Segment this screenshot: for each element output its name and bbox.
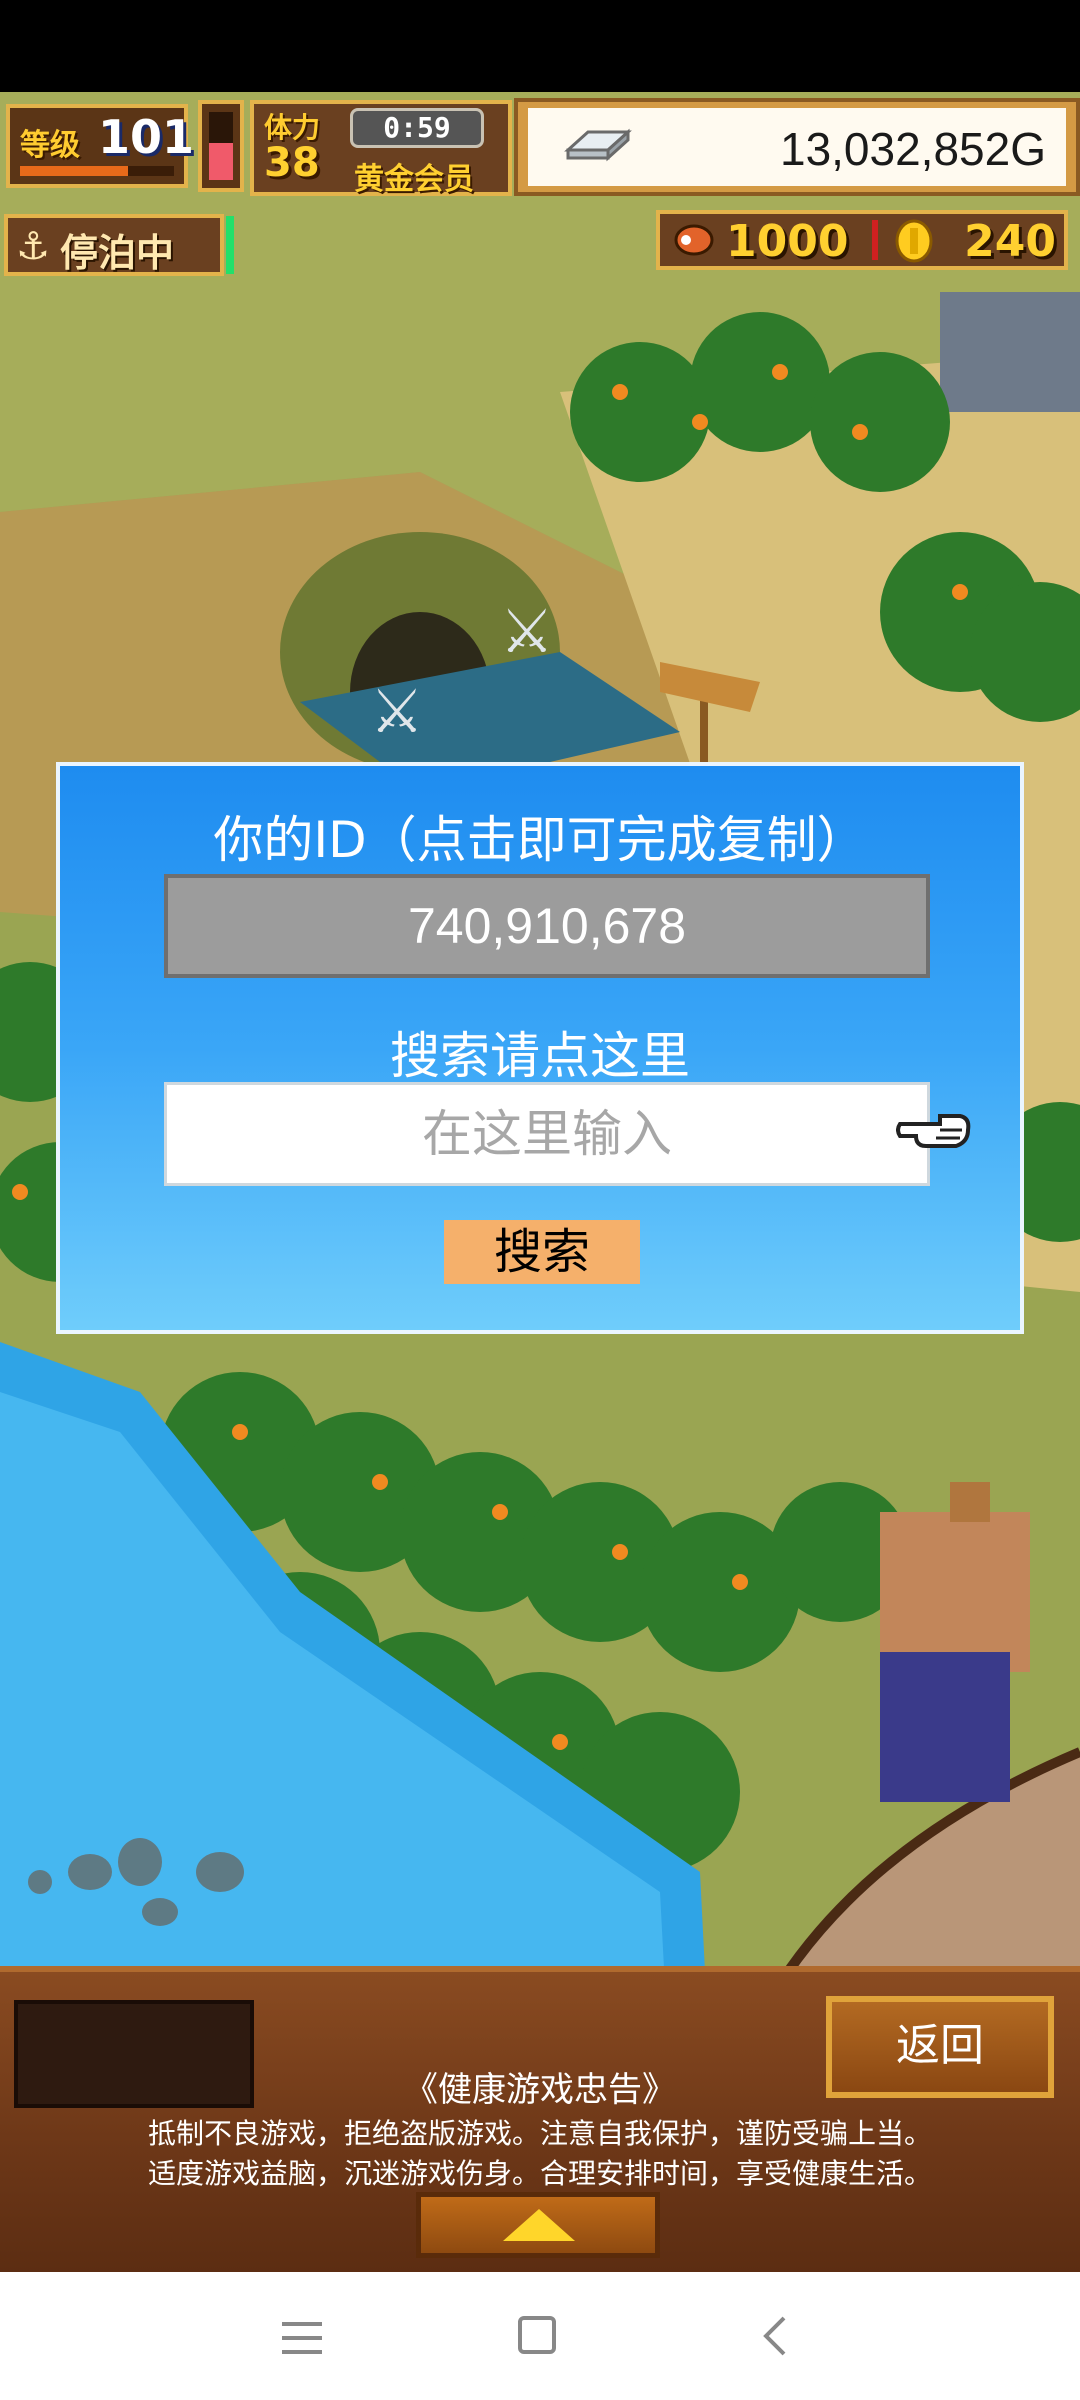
money-panel[interactable]: 13,032,852G: [514, 98, 1080, 196]
health-advisory-line1: 抵制不良游戏，拒绝盗版游戏。注意自我保护，谨防受骗上当。: [147, 2117, 932, 2150]
anchor-icon: ⚓: [16, 224, 51, 268]
up-arrow-icon: [503, 2209, 575, 2241]
svg-text:⚔: ⚔: [500, 597, 554, 667]
silver-bar-icon: [564, 128, 632, 162]
stamina-value: 38: [264, 140, 320, 186]
level-label: 等级: [20, 128, 80, 163]
dialog-title: 你的ID（点击即可完成复制）: [213, 811, 867, 869]
hud-top: 等级 101 体力 38 0:59 黄金会员 13,032,852G: [0, 92, 1080, 200]
back-arrow-icon[interactable]: [760, 2314, 790, 2358]
health-advisory-title: 《健康游戏忠告》: [404, 2070, 676, 2110]
docked-label: 停泊中: [60, 231, 175, 275]
system-nav-bar: [0, 2272, 1080, 2400]
status-bar: [0, 0, 1080, 92]
level-progress-bar: [20, 166, 174, 176]
expand-menu-button[interactable]: [416, 2192, 660, 2258]
health-advisory-line2: 适度游戏益脑，沉迷游戏伤身。合理安排时间，享受健康生活。: [147, 2157, 932, 2190]
status-indicator: [226, 216, 234, 274]
coin-icon: [895, 219, 933, 263]
member-badge: 黄金会员: [354, 162, 474, 197]
id-search-dialog: 你的ID（点击即可完成复制） 740,910,678 搜索请点这里 搜索: [56, 762, 1024, 1334]
level-value: 101: [98, 110, 195, 164]
menu-icon[interactable]: [282, 2322, 322, 2356]
resource-panel[interactable]: 1000 240: [656, 210, 1068, 270]
food-count: 1000: [726, 216, 849, 267]
coin-count: 240: [964, 216, 1056, 267]
home-icon[interactable]: [518, 2316, 556, 2354]
meat-icon: [674, 224, 714, 256]
crossed-swords-icon: ⚔: [370, 677, 424, 747]
search-hint: 搜索请点这里: [390, 1027, 690, 1085]
pointing-hand-icon: [896, 1114, 971, 1148]
docked-status[interactable]: ⚓ 停泊中: [4, 214, 224, 276]
stamina-gauge: [198, 100, 244, 192]
player-id-copy[interactable]: 740,910,678: [164, 874, 930, 978]
resource-divider: [872, 220, 878, 260]
bottom-panel: 返回 《健康游戏忠告》 抵制不良游戏，拒绝盗版游戏。注意自我保护，谨防受骗上当。…: [0, 1966, 1080, 2272]
level-panel[interactable]: 等级 101: [6, 104, 194, 188]
money-value: 13,032,852G: [779, 123, 1046, 175]
search-input[interactable]: [164, 1082, 930, 1186]
stamina-panel[interactable]: 体力 38 0:59 黄金会员: [250, 100, 512, 197]
recovery-timer: 0:59: [350, 108, 484, 148]
search-button[interactable]: 搜索: [444, 1220, 640, 1284]
